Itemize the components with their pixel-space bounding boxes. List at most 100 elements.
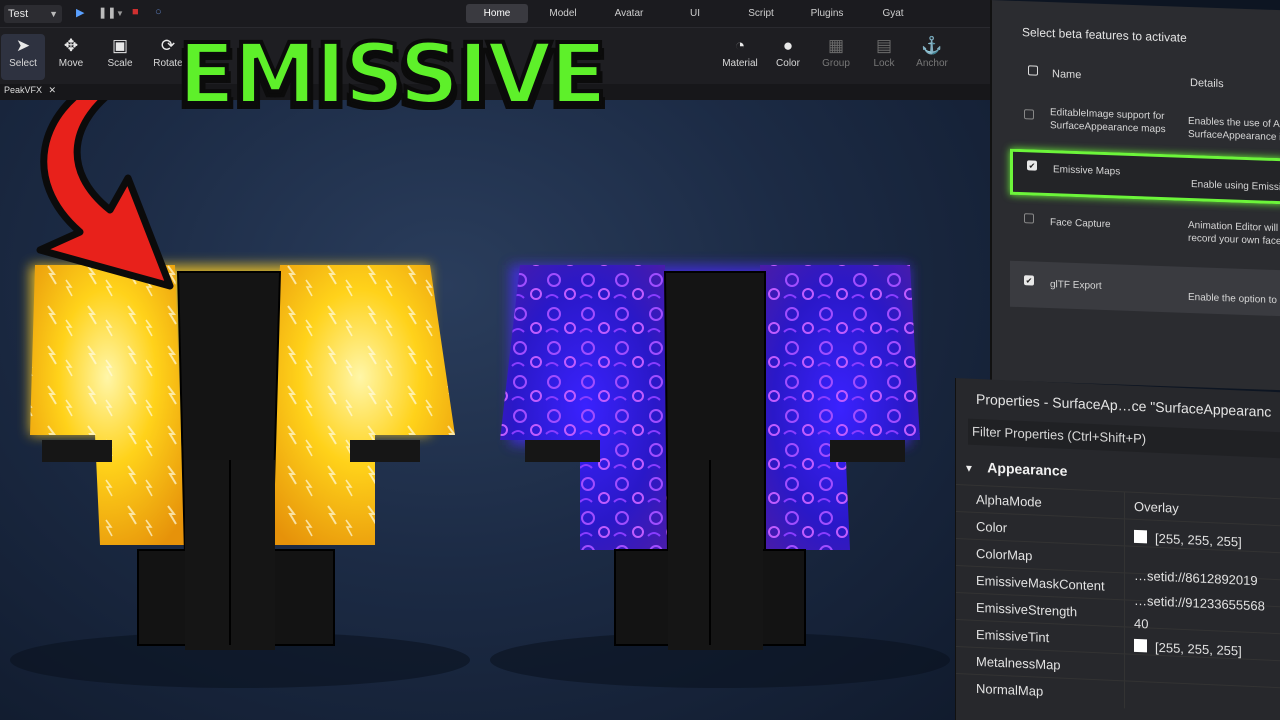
select-all-checkbox[interactable] [1028, 65, 1038, 76]
tab-model[interactable]: Model [532, 4, 594, 23]
tab-plugins[interactable]: Plugins [796, 4, 858, 23]
top-bar: Test ▼ ▶ ❚❚ ▼ ■ ○ Home Model Avatar UI S… [0, 0, 990, 28]
scale-tool[interactable]: ▣ Scale [98, 34, 142, 80]
gold-garment[interactable] [30, 265, 455, 650]
mode-label: Test [8, 8, 29, 20]
property-value[interactable]: 40 [1134, 616, 1148, 632]
document-tab-label: PeakVFX [4, 85, 43, 95]
select-tool[interactable]: ➤ Select [1, 34, 45, 80]
anchor-label: Anchor [916, 58, 948, 69]
move-icon: ✥ [63, 36, 79, 55]
properties-panel: Properties - SurfaceAp…ce "SurfaceAppear… [955, 378, 1280, 720]
lock-label: Lock [873, 58, 895, 69]
stop-icon[interactable]: ■ [132, 6, 139, 18]
color-swatch[interactable] [1134, 638, 1147, 653]
color-icon: ● [782, 36, 794, 55]
color-tool[interactable]: ● Color [766, 34, 810, 80]
feature-details: Enable the option to ex [1188, 291, 1280, 307]
thumbnail-title: EMISSIVE [176, 25, 609, 123]
close-icon[interactable]: ✕ [49, 85, 57, 95]
column-divider [1124, 600, 1125, 628]
beta-features-panel: Select beta features to activate Name De… [990, 0, 1280, 391]
feature-checkbox[interactable] [1024, 109, 1034, 120]
feature-name: glTF Export [1050, 279, 1102, 292]
property-name: NormalMap [976, 680, 1044, 699]
column-divider [1124, 546, 1125, 574]
group-icon: ▦ [827, 36, 845, 55]
mode-dropdown[interactable]: Test ▼ [4, 5, 62, 23]
property-value[interactable]: Overlay [1134, 499, 1179, 516]
feature-name: EditableImage support for SurfaceAppeara… [1050, 107, 1166, 136]
beta-table-header: Name Details [1022, 59, 1280, 98]
color-value: [255, 255, 255] [1155, 639, 1242, 659]
column-divider [1124, 627, 1125, 655]
feature-name: Emissive Maps [1053, 164, 1121, 178]
material-tool[interactable]: ◔ Material [718, 34, 762, 80]
group-tool[interactable]: ▦ Group [814, 34, 858, 80]
feature-details: Enables the use of A SurfaceAppearance i [1188, 115, 1280, 144]
feature-details: Animation Editor will record your own fa… [1188, 219, 1280, 248]
beta-row-editableimage[interactable]: EditableImage support for SurfaceAppeara… [1010, 101, 1280, 155]
select-label: Select [9, 58, 37, 69]
column-divider [1124, 492, 1125, 520]
feature-checkbox[interactable] [1027, 160, 1037, 171]
material-label: Material [722, 58, 758, 69]
document-tab[interactable]: PeakVFX ✕ [4, 85, 56, 96]
ribbon-tabs: Home Model Avatar UI Script Plugins Gyat [466, 4, 928, 23]
feature-checkbox[interactable] [1024, 275, 1034, 286]
lock-tool[interactable]: ▤ Lock [862, 34, 906, 80]
red-arrow [36, 100, 174, 290]
color-swatch[interactable] [1134, 529, 1147, 544]
tab-home[interactable]: Home [466, 4, 528, 23]
tab-ui[interactable]: UI [664, 4, 726, 23]
purple-garment[interactable] [500, 265, 920, 650]
scale-icon: ▣ [111, 36, 129, 55]
lock-icon: ▤ [875, 36, 893, 55]
scale-label: Scale [107, 58, 133, 69]
anchor-icon: ⚓ [921, 36, 943, 55]
collapse-triangle-icon[interactable]: ▼ [964, 463, 974, 474]
property-name: EmissiveTint [976, 626, 1050, 646]
column-name: Name [1052, 68, 1082, 82]
property-name: ColorMap [976, 545, 1033, 564]
column-details: Details [1190, 76, 1224, 91]
feature-name: Face Capture [1050, 217, 1111, 231]
column-divider [1124, 519, 1125, 547]
material-icon: ◔ [734, 36, 746, 55]
scene-render [10, 100, 950, 688]
beta-row-gltf-export[interactable]: glTF Export Enable the option to ex [1010, 260, 1280, 317]
beta-heading: Select beta features to activate [1022, 25, 1187, 45]
move-tool[interactable]: ✥ Move [49, 34, 93, 80]
cursor-icon: ➤ [15, 36, 31, 55]
property-name: Color [976, 518, 1008, 536]
tab-avatar[interactable]: Avatar [598, 4, 660, 23]
column-divider [1124, 681, 1125, 709]
appearance-section[interactable]: ▼ Appearance [964, 458, 1068, 479]
feature-details: Enable using Emissive [1191, 179, 1280, 194]
client-server-icon[interactable]: ○ [155, 6, 162, 18]
play-icon[interactable]: ▶ [76, 6, 84, 19]
studio-screen: Test ▼ ▶ ❚❚ ▼ ■ ○ Home Model Avatar UI S… [0, 0, 1280, 720]
property-name: EmissiveMaskContent [976, 572, 1105, 594]
property-name: MetalnessMap [976, 653, 1061, 673]
column-divider [1124, 573, 1125, 601]
section-label: Appearance [987, 459, 1068, 479]
anchor-tool[interactable]: ⚓ Anchor [910, 34, 954, 80]
viewport[interactable] [0, 100, 990, 720]
property-name: AlphaMode [976, 491, 1042, 510]
tab-script[interactable]: Script [730, 4, 792, 23]
properties-title: Properties - SurfaceAp…ce "SurfaceAppear… [976, 390, 1272, 420]
pause-icon[interactable]: ❚❚ [98, 6, 116, 19]
pause-options-icon[interactable]: ▼ [116, 9, 124, 18]
feature-checkbox[interactable] [1024, 213, 1034, 224]
chevron-down-icon: ▼ [49, 9, 58, 19]
column-divider [1124, 654, 1125, 682]
beta-row-emissive-maps[interactable]: Emissive Maps Enable using Emissive [1010, 148, 1280, 205]
property-name: EmissiveStrength [976, 599, 1078, 620]
color-label: Color [776, 58, 800, 69]
beta-row-face-capture[interactable]: Face Capture Animation Editor will recor… [1010, 205, 1280, 261]
move-label: Move [58, 58, 84, 69]
tab-gyat[interactable]: Gyat [862, 4, 924, 23]
filter-properties-input[interactable]: Filter Properties (Ctrl+Shift+P) [968, 418, 1280, 459]
group-label: Group [822, 58, 850, 69]
